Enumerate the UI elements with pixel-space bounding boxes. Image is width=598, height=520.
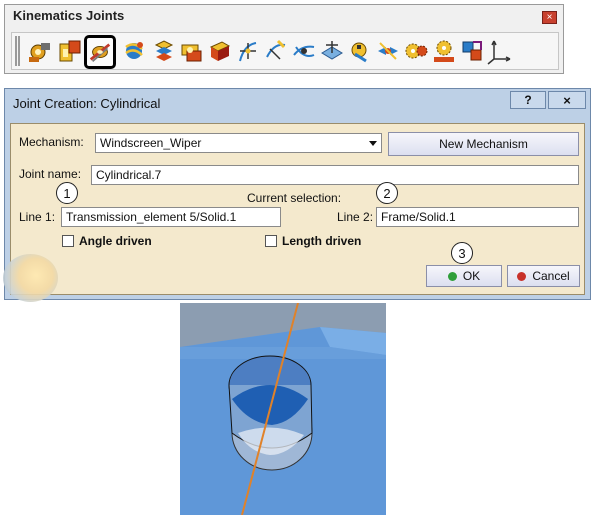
cable-joint-icon[interactable] [458,37,486,65]
length-driven-label: Length driven [282,234,362,248]
angle-driven-checkbox[interactable] [62,235,74,247]
rack-joint-icon[interactable] [430,37,458,65]
ok-check-icon [447,272,457,281]
joint-name-label: Joint name: [19,167,82,181]
rigid-joint-icon[interactable] [150,37,178,65]
callout-marker-3: 3 [451,242,473,264]
toolbar-title: Kinematics Joints [13,8,125,23]
ok-button[interactable]: OK [426,265,502,287]
current-selection-label: Current selection: [247,191,342,205]
mechanism-value: Windscreen_Wiper [100,136,202,150]
point-surface-joint-icon[interactable] [318,37,346,65]
toolbar-close-button[interactable]: × [542,11,557,24]
angle-driven-label: Angle driven [79,234,152,248]
mechanism-label: Mechanism: [19,135,84,149]
toolbar-grip[interactable] [15,36,20,66]
line2-field[interactable]: Frame/Solid.1 [376,207,579,227]
chevron-down-icon[interactable] [365,134,381,152]
callout-marker-2: 2 [376,182,398,204]
cancel-button[interactable]: Cancel [507,265,580,287]
cv-joint-icon[interactable] [374,37,402,65]
point-curve-joint-icon[interactable] [234,37,262,65]
spherical-joint-icon[interactable] [178,37,206,65]
slide-curve-joint-icon[interactable] [262,37,290,65]
kinematics-joints-toolbar: Kinematics Joints × [4,4,564,74]
help-button[interactable]: ? [510,91,546,109]
prismatic-joint-icon[interactable] [56,37,84,65]
line1-label: Line 1: [19,210,56,224]
dialog-body: Mechanism: Windscreen_Wiper New Mechanis… [3,123,585,302]
mechanism-combo[interactable]: Windscreen_Wiper [95,133,382,153]
axis-system-joint-icon[interactable] [486,37,514,65]
ok-button-label: OK [462,269,481,283]
cancel-icon [517,272,527,281]
roll-curve-joint-icon[interactable] [290,37,318,65]
dialog-title: Joint Creation: Cylindrical [13,96,161,111]
joint-name-input[interactable]: Cylindrical.7 [91,165,579,185]
3d-geometry-view[interactable] [180,302,386,516]
line2-label: Line 2: [337,210,374,224]
decorative-orb-image [3,254,58,302]
toolbar-icon-row [11,32,559,70]
cancel-button-label: Cancel [532,269,570,283]
line1-field[interactable]: Transmission_element 5/Solid.1 [61,207,281,227]
dialog-close-button[interactable]: × [548,91,586,109]
gear-joint-icon[interactable] [402,37,430,65]
revolute-joint-icon[interactable] [26,37,54,65]
length-driven-checkbox[interactable] [265,235,277,247]
cylindrical-joint-icon[interactable] [84,35,116,69]
callout-marker-1: 1 [56,182,78,204]
joint-creation-dialog: Joint Creation: Cylindrical ? × Mechanis… [3,88,591,302]
new-mechanism-button[interactable]: New Mechanism [388,132,579,156]
planar-joint-icon[interactable] [206,37,234,65]
universal-joint-icon[interactable] [346,37,374,65]
screw-joint-icon[interactable] [120,37,148,65]
